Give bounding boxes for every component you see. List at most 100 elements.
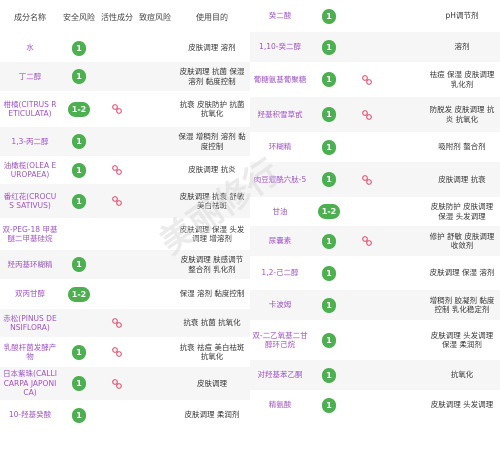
ingredient-row[interactable]: 对羟基苯乙酮 1 抗氧化 [250,360,500,390]
ingredient-row[interactable]: 番红花(CROCUS SATIVUS) 1 皮肤调理 抗衰 舒敏 美白祛斑 [0,184,250,218]
right-panel: 癸二酸 1 pH调节剂 1,10-癸二醇 1 溶剂 葡糖氨基葡聚糖 1 祛痘 保湿 皮肤调理 乳… [250,0,500,450]
left-panel: 成分名称 安全风险 活性成分 致痘风险 使用目的 水 1 皮肤调理 溶剂 丁二醇 1 皮肤… [0,0,250,450]
ingredient-row[interactable]: 环糊精 1 吸附剂 螯合剂 [250,132,500,162]
safety-badge: 1 [322,39,336,55]
safety-badge: 1 [322,107,336,122]
ingredient-row[interactable]: 双-PEG-18 甲基醚二甲基硅烷 皮肤调理 保湿 头发调理 增溶剂 [0,218,250,250]
safety-badge: 1 [72,162,86,178]
safety-badge: 1 [322,297,336,313]
ingredient-name[interactable]: 羟丙基环糊精 [0,260,60,269]
purpose-text: 皮肤调理 柔润剂 [184,410,240,420]
safety-cell: 1 [310,172,348,187]
purpose-text: 皮肤调理 抗菌 保湿 溶剂 黏度控制 [179,67,245,86]
active-ingredient-icon [361,74,373,86]
active-ingredient-icon [361,109,373,121]
ingredient-row[interactable]: 甘油 1-2 皮肤防护 皮肤调理 保湿 头发调理 [250,197,500,226]
ingredient-name[interactable]: 葡糖氨基葡聚糖 [250,75,310,84]
safety-cell: 1-2 [310,204,348,219]
purpose-text: pH调节剂 [445,11,479,21]
safety-badge: 1 [322,265,336,281]
ingredient-row[interactable]: 尿囊素 1 修护 舒敏 皮肤调理 收敛剂 [250,226,500,256]
ingredient-name[interactable]: 双-PEG-18 甲基醚二甲基硅烷 [0,225,60,244]
ingredient-row[interactable]: 柑橘(CITRUS RETICULATA) 1-2 抗衰 皮肤防护 抗菌 抗氧化 [0,91,250,127]
active-ingredient-icon [361,235,373,247]
purpose-text: 皮肤防护 皮肤调理 保湿 头发调理 [430,202,494,221]
ingredient-name[interactable]: 双丙甘醇 [0,289,60,298]
ingredient-row[interactable]: 卡波姆 1 增稠剂 胶凝剂 黏度控制 乳化稳定剂 [250,290,500,320]
ingredient-name[interactable]: 油橄榄(OLEA EUROPAEA) [0,161,60,180]
purpose-text: 皮肤调理 肤感调节 整合剂 乳化剂 [180,255,244,274]
safety-badge: 1 [72,40,86,56]
ingredient-row[interactable]: 双-二乙氧基二甘醇环己烷 1 皮肤调理 头发调理 保湿 柔润剂 [250,320,500,360]
ingredient-name[interactable]: 甘油 [250,207,310,216]
safety-badge: 1 [322,139,336,155]
safety-badge: 1 [322,233,336,249]
safety-badge: 1 [322,397,336,413]
purpose-text: 增稠剂 胶凝剂 黏度控制 乳化稳定剂 [429,295,495,314]
active-cell [348,235,386,247]
purpose-text: 皮肤调理 头发调理 保湿 柔润剂 [430,330,494,349]
ingredient-row[interactable]: 葡糖氨基葡聚糖 1 祛痘 保湿 皮肤调理 乳化剂 [250,62,500,97]
safety-cell: 1 [60,193,98,209]
ingredient-name[interactable]: 赤松(PINUS DENSIFLORA) [0,314,60,333]
ingredient-name[interactable]: 乳酸杆菌发酵产物 [0,343,60,362]
safety-cell: 1 [310,72,348,87]
ingredient-name[interactable]: 番红花(CROCUS SATIVUS) [0,192,60,211]
ingredient-row[interactable]: 乳酸杆菌发酵产物 1 抗衰 祛痘 美白祛斑 抗氧化 [0,337,250,367]
ingredient-row[interactable]: 癸二酸 1 pH调节剂 [250,0,500,32]
ingredient-name[interactable]: 肉豆蔻酰六肽-5 [250,175,310,184]
purpose-text: 祛痘 保湿 皮肤调理 乳化剂 [429,70,495,89]
ingredient-name[interactable]: 1,2-己二醇 [250,268,310,277]
ingredient-name[interactable]: 丁二醇 [0,72,60,81]
ingredient-name[interactable]: 日本紫珠(CALLICARPA JAPONICA) [0,369,60,397]
ingredient-row[interactable]: 羟丙基环糊精 1 皮肤调理 肤感调节 整合剂 乳化剂 [0,250,250,279]
ingredient-row[interactable]: 油橄榄(OLEA EUROPAEA) 1 皮肤调理 抗炎 [0,156,250,184]
ingredient-row[interactable]: 羟基积雪草甙 1 防脱发 皮肤调理 抗炎 抗氧化 [250,97,500,132]
ingredient-row[interactable]: 水 1 皮肤调理 溶剂 [0,34,250,62]
ingredient-name[interactable]: 环糊精 [250,142,310,151]
ingredient-row[interactable]: 双丙甘醇 1-2 保湿 溶剂 黏度控制 [0,279,250,309]
ingredient-name[interactable]: 10-羟基癸酸 [0,410,60,419]
ingredient-name[interactable]: 对羟基苯乙酮 [250,370,310,379]
safety-cell: 1 [310,332,348,348]
purpose-text: 皮肤调理 溶剂 [188,43,236,53]
purpose-text: 抗衰 祛痘 美白祛斑 抗氧化 [179,342,245,361]
ingredient-row[interactable]: 1,3-丙二醇 1 保湿 增稠剂 溶剂 黏度控制 [0,127,250,156]
safety-cell: 1 [60,69,98,84]
ingredient-row[interactable]: 精氨酸 1 皮肤调理 头发调理 [250,390,500,420]
ingredient-row[interactable]: 赤松(PINUS DENSIFLORA) 抗衰 抗菌 抗氧化 [0,309,250,337]
ingredient-row[interactable]: 1,2-己二醇 1 皮肤调理 保湿 溶剂 [250,256,500,290]
active-cell [98,378,136,390]
safety-badge: 1 [322,332,336,348]
ingredient-name[interactable]: 卡波姆 [250,300,310,309]
active-ingredient-icon [111,195,123,207]
ingredient-name[interactable]: 双-二乙氧基二甘醇环己烷 [250,331,310,350]
purpose-text: 抗氧化 [450,370,474,380]
ingredient-row[interactable]: 肉豆蔻酰六肽-5 1 皮肤调理 抗衰 [250,162,500,197]
safety-badge: 1 [72,407,86,423]
safety-badge: 1 [72,344,86,360]
header-name: 成分名称 [14,12,46,22]
purpose-text: 皮肤调理 [197,378,227,388]
ingredient-name[interactable]: 1,10-癸二醇 [250,42,310,51]
ingredient-name[interactable]: 柑橘(CITRUS RETICULATA) [0,100,60,119]
ingredient-row[interactable]: 1,10-癸二醇 1 溶剂 [250,32,500,62]
ingredient-name[interactable]: 1,3-丙二醇 [0,137,60,146]
ingredient-name[interactable]: 精氨酸 [250,400,310,409]
purpose-text: 抗衰 皮肤防护 抗菌 抗氧化 [179,99,245,118]
table-header: 成分名称 安全风险 活性成分 致痘风险 使用目的 [0,0,250,34]
ingredient-name[interactable]: 羟基积雪草甙 [250,110,310,119]
ingredient-row[interactable]: 日本紫珠(CALLICARPA JAPONICA) 1 皮肤调理 [0,367,250,400]
safety-badge: 1 [72,257,86,272]
active-cell [98,103,136,115]
ingredient-row[interactable]: 10-羟基癸酸 1 皮肤调理 柔润剂 [0,400,250,430]
active-cell [98,317,136,329]
ingredient-name[interactable]: 水 [0,43,60,52]
active-cell [98,195,136,207]
ingredient-name[interactable]: 尿囊素 [250,236,310,245]
safety-cell: 1 [310,367,348,383]
purpose-text: 皮肤调理 保湿 溶剂 [429,268,495,278]
ingredient-name[interactable]: 癸二酸 [250,11,310,20]
header-purpose: 使用目的 [196,12,228,22]
ingredient-row[interactable]: 丁二醇 1 皮肤调理 抗菌 保湿 溶剂 黏度控制 [0,62,250,91]
